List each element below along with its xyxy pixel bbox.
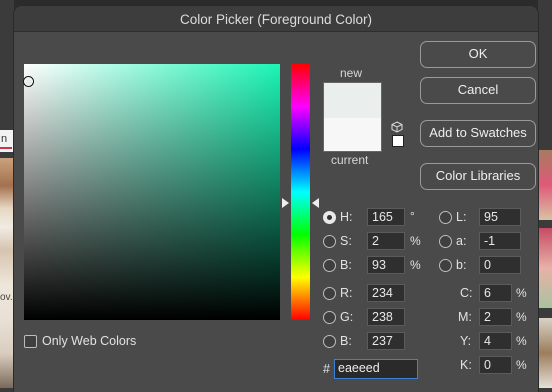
background-app-right: [538, 0, 552, 392]
title-bar[interactable]: Color Picker (Foreground Color): [14, 6, 538, 32]
a-channel-radio[interactable]: [439, 235, 452, 248]
lightness-radio[interactable]: [439, 211, 452, 224]
color-libraries-button[interactable]: Color Libraries: [420, 163, 536, 190]
saturation-input[interactable]: 2: [367, 232, 405, 250]
background-app-left: n ov.: [0, 0, 14, 392]
saturation-brightness-field[interactable]: [24, 64, 280, 320]
saturation-label: S:: [340, 234, 352, 248]
brightness-unit: %: [410, 258, 421, 272]
a-channel-label: a:: [456, 234, 467, 248]
hue-radio[interactable]: [323, 211, 336, 224]
screen: n ov. Color Picker (Foreground Color) ne…: [0, 0, 552, 392]
yellow-unit: %: [516, 334, 527, 348]
black-label: K:: [460, 358, 472, 372]
blue-label: B:: [340, 334, 352, 348]
new-color-label: new: [340, 66, 363, 80]
only-web-colors-label[interactable]: Only Web Colors: [42, 334, 136, 348]
red-label: R:: [340, 286, 353, 300]
background-tab: n: [0, 130, 14, 152]
black-unit: %: [516, 358, 527, 372]
ok-button[interactable]: OK: [420, 41, 536, 68]
saturation-radio[interactable]: [323, 235, 336, 248]
cyan-input[interactable]: 6: [479, 284, 512, 302]
green-radio[interactable]: [323, 311, 336, 324]
background-tab-underline: [0, 147, 12, 149]
magenta-label: M:: [458, 310, 472, 324]
red-input[interactable]: 234: [367, 284, 405, 302]
background-thumb: [538, 228, 552, 308]
hex-label: #: [323, 362, 330, 376]
magenta-input[interactable]: 2: [479, 308, 512, 326]
magenta-unit: %: [516, 310, 527, 324]
color-field-cursor[interactable]: [23, 76, 34, 87]
current-color-label: current: [331, 153, 369, 167]
brightness-label: B:: [340, 258, 352, 272]
only-web-colors-checkbox[interactable]: [24, 335, 37, 348]
brightness-input[interactable]: 93: [367, 256, 405, 274]
cancel-button[interactable]: Cancel: [420, 77, 536, 104]
color-picker-dialog: Color Picker (Foreground Color) new curr…: [14, 6, 538, 392]
background-image-strip: ov.: [0, 158, 14, 388]
b-channel-label: b:: [456, 258, 467, 272]
saturation-unit: %: [410, 234, 421, 248]
background-thumb: [538, 150, 552, 220]
hue-slider-handle-left[interactable]: [282, 198, 289, 208]
blue-radio[interactable]: [323, 335, 336, 348]
current-color-swatch[interactable]: [323, 118, 382, 152]
hue-input[interactable]: 165: [367, 208, 405, 226]
b-channel-radio[interactable]: [439, 259, 452, 272]
background-tab-text: n: [1, 133, 8, 145]
hue-slider-handle-right[interactable]: [312, 198, 319, 208]
a-channel-input[interactable]: -1: [479, 232, 521, 250]
green-label: G:: [340, 310, 354, 324]
cube-icon[interactable]: [391, 121, 403, 133]
dialog-title: Color Picker (Foreground Color): [179, 12, 373, 27]
hue-slider[interactable]: [291, 64, 310, 320]
add-to-swatches-button[interactable]: Add to Swatches: [420, 120, 536, 147]
web-safe-color-swatch[interactable]: [392, 135, 404, 147]
background-text: ov.: [0, 292, 13, 303]
cyan-unit: %: [516, 286, 527, 300]
blue-input[interactable]: 237: [367, 332, 405, 350]
lightness-label: L:: [456, 210, 467, 224]
brightness-radio[interactable]: [323, 259, 336, 272]
hue-unit: °: [410, 209, 415, 223]
cyan-label: C:: [460, 286, 473, 300]
background-thumb: [538, 318, 552, 388]
red-radio[interactable]: [323, 287, 336, 300]
new-color-swatch: [323, 82, 382, 118]
lightness-input[interactable]: 95: [479, 208, 521, 226]
hue-label: H:: [340, 210, 353, 224]
hex-input[interactable]: eaeeed: [334, 359, 418, 379]
green-input[interactable]: 238: [367, 308, 405, 326]
b-channel-input[interactable]: 0: [479, 256, 521, 274]
yellow-label: Y:: [460, 334, 472, 348]
black-input[interactable]: 0: [479, 356, 512, 374]
yellow-input[interactable]: 4: [479, 332, 512, 350]
